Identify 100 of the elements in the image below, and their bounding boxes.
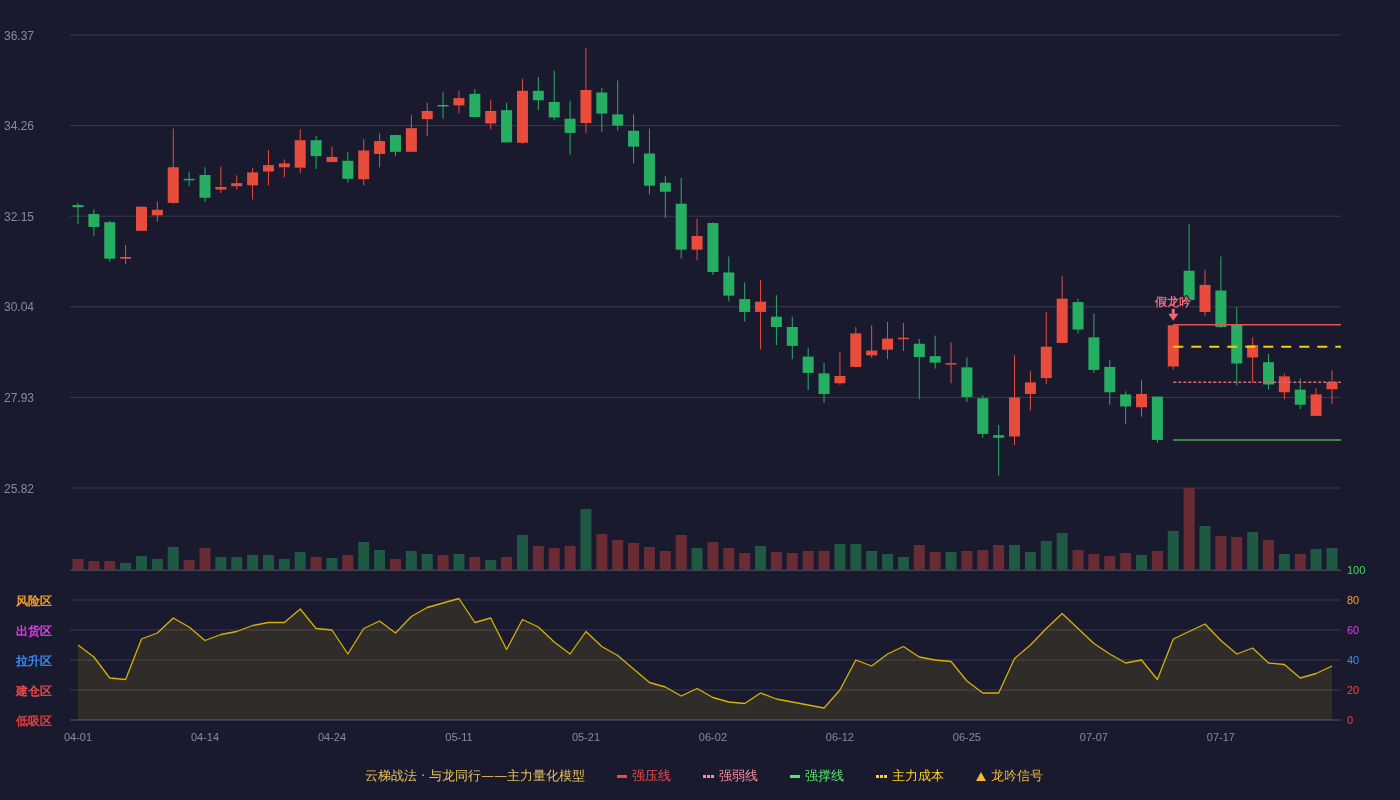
candlestick	[770, 294, 782, 346]
date-axis-label: 06-02	[698, 731, 727, 743]
candlestick	[1294, 378, 1306, 410]
volume-bar	[707, 542, 719, 570]
candlestick	[1072, 298, 1084, 334]
volume-bar	[929, 552, 941, 570]
volume-bar	[278, 559, 290, 570]
zone-label: 拉升区	[16, 653, 52, 668]
volume-bar	[358, 542, 370, 570]
candlestick	[993, 424, 1005, 477]
legend-item[interactable]: 主力成本	[876, 767, 945, 785]
volume-bar	[104, 561, 116, 570]
candlestick	[818, 362, 830, 404]
candlestick	[850, 326, 862, 368]
volume-bar	[913, 545, 925, 570]
zone-label: 风险区	[16, 593, 52, 608]
price-axis-label: 25.82	[4, 481, 35, 496]
date-axis-label: 04-01	[63, 731, 93, 743]
volume-bar	[1024, 552, 1036, 570]
price-axis-label: 36.37	[4, 28, 35, 43]
candlestick	[723, 256, 735, 302]
volume-bar	[739, 553, 751, 570]
signal-label: 假龙吟	[1155, 294, 1192, 309]
candlestick	[1167, 324, 1179, 370]
candlestick	[628, 113, 640, 164]
date-axis-label: 06-12	[825, 731, 854, 743]
volume-bar	[1310, 549, 1322, 570]
candlestick	[437, 91, 449, 120]
volume-bar	[294, 552, 306, 570]
volume-bar	[612, 540, 624, 570]
candlestick	[405, 114, 417, 153]
volume-bar	[1040, 541, 1052, 570]
candlestick	[548, 70, 560, 121]
oscillator-axis-label: 100	[1347, 564, 1366, 576]
volume-bar	[501, 557, 513, 570]
legend-item[interactable]: 强压线	[617, 767, 672, 785]
candlestick	[707, 221, 719, 276]
volume-bar	[897, 557, 909, 570]
legend-item[interactable]: 强弱线	[703, 767, 759, 785]
volume-bar	[755, 546, 767, 570]
volume-bar	[437, 555, 449, 570]
candlestick	[1136, 379, 1147, 418]
volume-bar	[485, 560, 497, 570]
volume-bar	[882, 554, 894, 570]
candlestick	[1088, 313, 1100, 374]
candlestick	[199, 166, 211, 203]
volume-bar	[770, 552, 782, 570]
volume-bar	[72, 559, 84, 570]
candlestick	[374, 132, 386, 168]
candlestick	[1310, 387, 1322, 417]
candlestick	[358, 138, 370, 186]
volume-bar	[532, 546, 544, 570]
zone-label: 建仓区	[16, 683, 52, 698]
volume-bar	[1072, 550, 1084, 570]
legend-item[interactable]: 强撑线	[790, 767, 845, 785]
down-arrow-icon	[1168, 308, 1179, 321]
candlestick	[120, 244, 132, 265]
volume-bar	[263, 555, 274, 570]
volume-bar	[120, 563, 132, 570]
candlestick	[72, 202, 84, 225]
volume-bar	[215, 557, 227, 570]
candlestick	[215, 166, 227, 194]
oscillator-axis-label: 20	[1347, 684, 1360, 696]
price-axis-label: 27.93	[4, 390, 35, 405]
volume-bar	[723, 548, 735, 570]
volume-bar	[421, 554, 433, 570]
volume-bar	[453, 554, 465, 570]
volume-bar	[945, 552, 957, 570]
volume-bar	[1056, 533, 1068, 570]
candlestick	[453, 90, 465, 114]
candlestick	[1056, 275, 1068, 344]
price-axis-label: 34.26	[4, 119, 35, 134]
volume-bar	[961, 551, 973, 570]
candlestick	[564, 100, 576, 156]
legend-title: 云梯战法 · 与龙同行——主力量化模型	[364, 767, 586, 785]
price-axis-label: 30.04	[4, 300, 35, 315]
date-axis-label: 05-21	[571, 731, 600, 743]
price-axis-label: 32.15	[4, 209, 35, 224]
volume-bar	[199, 548, 211, 570]
volume-bar	[850, 544, 862, 570]
candlestick	[136, 205, 147, 232]
volume-bar	[786, 553, 798, 570]
oscillator-axis-label: 0	[1347, 714, 1354, 726]
legend-item[interactable]: 龙吟信号	[976, 767, 1044, 785]
candlestick	[342, 151, 354, 184]
volume-bar	[1247, 532, 1259, 570]
volume-bar	[675, 535, 687, 570]
volume-bar	[1009, 545, 1021, 570]
candlestick	[1151, 396, 1163, 444]
candlestick	[802, 347, 814, 391]
volume-bar	[1104, 556, 1116, 570]
volume-bar	[802, 551, 814, 570]
candlestick	[326, 146, 338, 163]
volume-bar	[1151, 551, 1163, 570]
candlestick	[1278, 373, 1290, 400]
candlestick	[516, 78, 528, 145]
volume-bar	[564, 546, 576, 570]
volume-bar	[389, 559, 401, 570]
candlestick	[1247, 336, 1259, 383]
candlestick	[104, 220, 116, 263]
